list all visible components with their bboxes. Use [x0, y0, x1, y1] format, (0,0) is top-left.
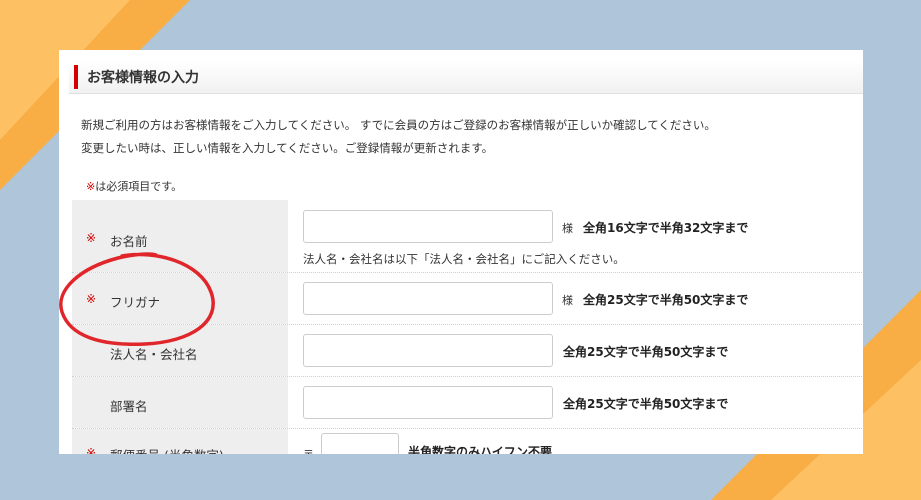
name-suffix: 様: [562, 222, 573, 235]
department-input[interactable]: [303, 386, 553, 419]
label-cell: [72, 377, 288, 428]
form-row-postal-code: ※ 郵便番号 (半角数字) 〒 半角数字のみハイフン不要: [72, 429, 863, 454]
label-cell: [72, 273, 288, 324]
required-note-text: は必須項目です。: [95, 180, 183, 193]
section-header: お客様情報の入力: [69, 61, 863, 94]
required-note: ※は必須項目です。: [86, 178, 182, 194]
furigana-label: フリガナ: [110, 295, 161, 310]
name-limit-hint: 全角16文字で半角32文字まで: [583, 221, 749, 235]
furigana-suffix: 様: [562, 294, 573, 307]
required-indicator: ※: [86, 446, 97, 454]
name-input[interactable]: [303, 210, 553, 243]
customer-info-panel: お客様情報の入力 新規ご利用の方はお客様情報をご入力してください。 すでに会員の…: [59, 50, 863, 454]
form-row-name: ※ お名前 様 全角16文字で半角32文字まで 法人名・会社名は以下「法人名・会…: [72, 200, 863, 273]
postal-code-label: 郵便番号 (半角数字): [110, 445, 224, 454]
section-header-accent: [74, 65, 78, 89]
form-row-company: 法人名・会社名 全角25文字で半角50文字まで: [72, 325, 863, 377]
name-label: お名前: [110, 234, 148, 249]
required-indicator: ※: [86, 292, 97, 306]
company-limit-hint: 全角25文字で半角50文字まで: [563, 345, 729, 359]
required-mark: ※: [86, 180, 96, 193]
postal-code-hint: 半角数字のみハイフン不要: [408, 445, 553, 454]
furigana-limit-hint: 全角25文字で半角50文字まで: [583, 293, 749, 307]
intro-text-line-1: 新規ご利用の方はお客様情報をご入力してください。 すでに会員の方はご登録のお客様…: [81, 118, 716, 132]
label-cell: [72, 200, 288, 272]
required-indicator: ※: [86, 231, 97, 245]
section-title: お客様情報の入力: [87, 70, 199, 86]
furigana-input[interactable]: [303, 282, 553, 315]
name-note: 法人名・会社名は以下「法人名・会社名」にご記入ください。: [303, 252, 625, 266]
form-row-department: 部署名 全角25文字で半角50文字まで: [72, 377, 863, 429]
department-limit-hint: 全角25文字で半角50文字まで: [563, 397, 729, 411]
postal-mark: 〒: [303, 446, 314, 454]
company-input[interactable]: [303, 334, 553, 367]
department-label: 部署名: [110, 399, 148, 414]
intro-text-line-2: 変更したい時は、正しい情報を入力してください。ご登録情報が更新されます。: [81, 141, 494, 155]
company-label: 法人名・会社名: [110, 347, 198, 362]
form-row-furigana: ※ フリガナ 様 全角25文字で半角50文字まで: [72, 273, 863, 325]
postal-code-input[interactable]: [321, 433, 399, 454]
